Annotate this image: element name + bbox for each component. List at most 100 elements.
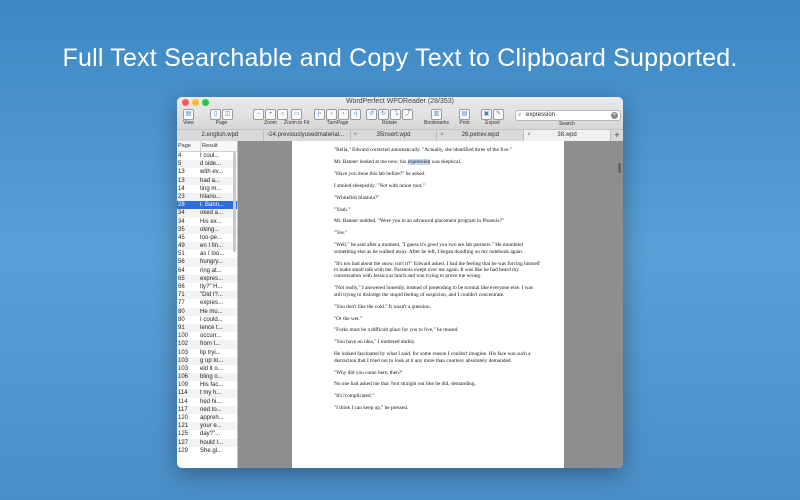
result-row[interactable]: 49 en I fin... bbox=[177, 242, 237, 251]
result-page: 103 bbox=[178, 349, 189, 356]
result-row[interactable]: 64 ring at... bbox=[177, 267, 237, 275]
result-row[interactable]: 80 He mu... bbox=[177, 307, 237, 316]
result-snippet: She gl... bbox=[200, 447, 223, 454]
add-tab-button[interactable]: + bbox=[611, 130, 623, 141]
paragraph: "You don't like the cold." It wasn't a q… bbox=[334, 303, 431, 310]
result-row[interactable]: 103 g up to... bbox=[177, 356, 237, 365]
single-page-button[interactable]: ▯ bbox=[210, 109, 221, 120]
document-page[interactable]: "Bella," Edward corrected automatically.… bbox=[292, 141, 564, 468]
result-row[interactable]: 125 day?"... bbox=[177, 430, 237, 438]
tab-insert[interactable]: × 35insert.wpd bbox=[351, 130, 438, 141]
document-scrollbar[interactable] bbox=[618, 163, 621, 173]
view-sidebar-button[interactable]: ▤ bbox=[183, 109, 194, 120]
result-row[interactable]: 114 hed hi... bbox=[177, 398, 237, 406]
result-row[interactable]: 34 His ex... bbox=[177, 218, 237, 226]
result-row[interactable]: 77 expres... bbox=[177, 299, 237, 307]
result-page: 49 bbox=[178, 243, 185, 250]
bookmarks-button[interactable]: ▥ bbox=[431, 109, 442, 120]
result-row[interactable]: 56 hungry... bbox=[177, 258, 237, 267]
rotate-down-button[interactable]: ⤵ bbox=[390, 109, 401, 120]
result-row[interactable]: 4 I coul... bbox=[177, 152, 237, 160]
next-page-button[interactable]: › bbox=[338, 109, 349, 120]
result-row[interactable]: 127 hould I... bbox=[177, 438, 237, 447]
tab-english[interactable]: 2.english.wpd bbox=[177, 130, 264, 141]
search-input[interactable]: ⌕ expression × bbox=[515, 110, 621, 121]
zoom-in-button[interactable]: + bbox=[265, 109, 276, 120]
result-row[interactable]: 14 ting m... bbox=[177, 185, 237, 193]
result-row[interactable]: 109 His fac... bbox=[177, 381, 237, 389]
paragraph: He looked fascinated by what I said, for… bbox=[334, 351, 531, 364]
title-bar: WordPerfect WPDReader (28/353) bbox=[177, 97, 623, 109]
result-row[interactable]: 28 r. Bann... bbox=[177, 201, 237, 210]
previous-page-button[interactable]: ‹ bbox=[326, 109, 337, 120]
result-row[interactable]: 121 your e... bbox=[177, 422, 237, 431]
paragraph: "Or the wet." bbox=[334, 315, 363, 322]
result-row[interactable]: 66 tly?" H... bbox=[177, 283, 237, 291]
result-row[interactable]: 45 too-pe... bbox=[177, 234, 237, 242]
rotate-right-button[interactable]: ↻ bbox=[378, 109, 389, 120]
close-tab-icon[interactable]: × bbox=[440, 130, 444, 141]
print-button[interactable]: ▤ bbox=[459, 109, 470, 120]
results-scrollbar[interactable] bbox=[233, 152, 236, 252]
tab-previouslyusedmaterial[interactable]: × 24.previouslyusedmaterial... bbox=[264, 130, 351, 141]
result-row[interactable]: 117 ned to... bbox=[177, 405, 237, 414]
result-row[interactable]: 100 occurr... bbox=[177, 332, 237, 340]
paragraph: "Have you done this lab before?" he aske… bbox=[334, 170, 426, 177]
result-row[interactable]: 13 with ev... bbox=[177, 168, 237, 176]
close-tab-icon[interactable]: × bbox=[527, 130, 531, 141]
rotate-up-button[interactable]: ⤴ bbox=[402, 109, 413, 120]
export-pdf-button[interactable]: ▣ bbox=[481, 109, 492, 120]
result-row[interactable]: 71 "Did I?... bbox=[177, 291, 237, 300]
result-row[interactable]: 13 had a... bbox=[177, 176, 237, 185]
sidebar-icon: ▤ bbox=[185, 111, 192, 117]
result-row[interactable]: 103 lip tryi... bbox=[177, 349, 237, 357]
paragraph: "You have no idea," I muttered darkly. bbox=[334, 339, 416, 346]
print-label: Print bbox=[459, 120, 470, 126]
result-row[interactable]: 106 bling o... bbox=[177, 373, 237, 382]
result-column-header[interactable]: Result bbox=[201, 141, 218, 151]
result-row[interactable]: 91 lence t... bbox=[177, 323, 237, 333]
result-row[interactable]: 5 d side... bbox=[177, 160, 237, 169]
tab-38[interactable]: × 38.wpd bbox=[524, 130, 611, 141]
app-window: WordPerfect WPDReader (28/353) ▤ View ▯ … bbox=[177, 97, 623, 468]
result-snippet: I coul... bbox=[200, 153, 220, 159]
zoom-to-fit-button[interactable]: ▭ bbox=[291, 109, 303, 120]
last-page-button[interactable]: ›| bbox=[350, 109, 361, 120]
result-page: 125 bbox=[178, 431, 189, 438]
result-row[interactable]: 51 as I loo... bbox=[177, 250, 237, 258]
page-column-header[interactable]: Page bbox=[177, 141, 201, 151]
result-snippet: as I loo... bbox=[200, 251, 225, 258]
toolbar: ▤ View ▯ ◫ Page − + ○ Zoom ▭ Zoom to Fit… bbox=[177, 109, 623, 130]
result-row[interactable]: 129 She gl... bbox=[177, 447, 237, 455]
chevron-right-icon: › bbox=[342, 111, 345, 117]
result-row[interactable]: 35 oking... bbox=[177, 225, 237, 234]
clear-search-icon[interactable]: × bbox=[611, 112, 618, 119]
result-row[interactable]: 80 I could... bbox=[177, 316, 237, 324]
result-snippet: expres... bbox=[200, 275, 224, 282]
tab-label: 26.petrev.wpd bbox=[461, 132, 499, 138]
close-tab-icon[interactable]: × bbox=[267, 130, 271, 141]
result-row[interactable]: 102 from t... bbox=[177, 340, 237, 349]
result-snippet: occurr... bbox=[200, 333, 222, 340]
first-page-button[interactable]: |‹ bbox=[314, 109, 325, 120]
last-page-icon: ›| bbox=[353, 111, 358, 117]
close-tab-icon[interactable]: × bbox=[354, 130, 358, 141]
rotate-left-button[interactable]: ↺ bbox=[366, 109, 377, 120]
result-row[interactable]: 23 hilario... bbox=[177, 192, 237, 202]
result-snippet: I could... bbox=[200, 316, 223, 323]
result-row[interactable]: 114 t my h... bbox=[177, 389, 237, 398]
result-row[interactable]: 120 appreh... bbox=[177, 414, 237, 422]
tab-petrev[interactable]: × 26.petrev.wpd bbox=[437, 130, 525, 141]
result-snippet: ring at... bbox=[200, 267, 222, 274]
export-edit-button[interactable]: ✎ bbox=[493, 109, 504, 120]
paragraph: "Bella," Edward corrected automatically.… bbox=[334, 147, 512, 153]
result-row[interactable]: 103 eld it o... bbox=[177, 365, 237, 373]
zoom-label: Zoom bbox=[264, 120, 277, 126]
result-row[interactable]: 34 oked a... bbox=[177, 209, 237, 218]
result-snippet: His ex... bbox=[200, 218, 222, 225]
double-page-button[interactable]: ◫ bbox=[222, 109, 233, 120]
result-snippet: tly?" H... bbox=[200, 284, 223, 290]
result-row[interactable]: 65 expres... bbox=[177, 274, 237, 283]
zoom-out-button[interactable]: − bbox=[253, 109, 264, 120]
result-snippet: hilario... bbox=[200, 193, 222, 200]
